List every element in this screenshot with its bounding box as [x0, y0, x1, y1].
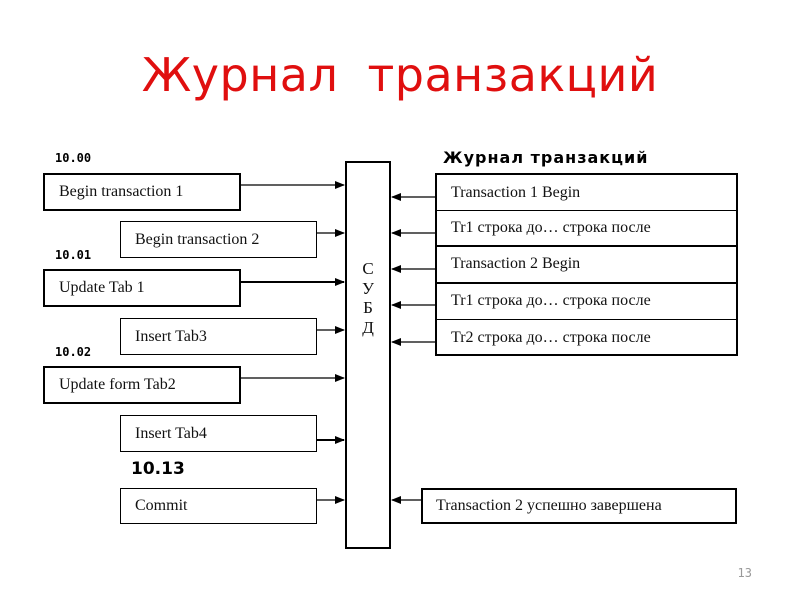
- operation-insert-tab4: Insert Tab4: [120, 415, 317, 452]
- timestamp-10-01: 10.01: [55, 248, 92, 262]
- page-number: 13: [737, 566, 752, 580]
- log-row-label: Tr1 строка до… строка после: [451, 219, 651, 237]
- operation-label: Begin transaction 2: [135, 230, 260, 248]
- dbms-block: С У Б Д: [345, 161, 391, 549]
- dbms-letter: Д: [362, 317, 374, 337]
- log-row-label: Tr2 строка до… строка после: [451, 328, 651, 346]
- log-title: Журнал транзакций: [443, 148, 649, 167]
- log-row-label: Transaction 2 Begin: [451, 255, 581, 273]
- operation-begin-transaction-1: Begin transaction 1: [43, 173, 241, 211]
- log-row: Tr1 строка до… строка после: [437, 284, 736, 320]
- transaction-log-table: Transaction 1 Begin Tr1 строка до… строк…: [435, 173, 738, 356]
- log-row-label: Tr1 строка до… строка после: [451, 292, 651, 310]
- dbms-letter: Б: [363, 298, 373, 317]
- timestamp-10-02: 10.02: [55, 345, 92, 359]
- operation-commit: Commit: [120, 488, 317, 524]
- log-row-label: Transaction 1 Begin: [451, 183, 581, 201]
- log-row: Transaction 1 Begin: [437, 175, 736, 212]
- operation-label: Update Tab 1: [59, 279, 145, 296]
- log-final-status: Transaction 2 успешно завершена: [421, 488, 737, 524]
- operation-label: Commit: [135, 497, 188, 514]
- operation-update-tab-1: Update Tab 1: [43, 269, 241, 307]
- operation-label: Insert Tab4: [135, 424, 207, 442]
- log-final-label: Transaction 2 успешно завершена: [436, 497, 662, 514]
- log-row: Transaction 2 Begin: [437, 247, 736, 284]
- operation-label: Update form Tab2: [59, 376, 176, 393]
- slide-title: Журнал транзакций: [141, 48, 659, 102]
- log-row: Tr2 строка до… строка после: [437, 320, 736, 356]
- operation-label: Begin transaction 1: [59, 183, 184, 200]
- dbms-letter: У: [361, 278, 375, 298]
- timestamp-10-00: 10.00: [55, 151, 92, 165]
- log-row: Tr1 строка до… строка после: [437, 211, 736, 248]
- operation-insert-tab3: Insert Tab3: [120, 318, 317, 355]
- dbms-label: С У Б Д: [347, 259, 389, 337]
- operation-label: Insert Tab3: [135, 327, 207, 345]
- timestamp-10-13: 10.13: [131, 459, 185, 479]
- operation-begin-transaction-2: Begin transaction 2: [120, 221, 317, 258]
- dbms-letter: С: [362, 259, 374, 278]
- operation-update-form-tab2: Update form Tab2: [43, 366, 241, 404]
